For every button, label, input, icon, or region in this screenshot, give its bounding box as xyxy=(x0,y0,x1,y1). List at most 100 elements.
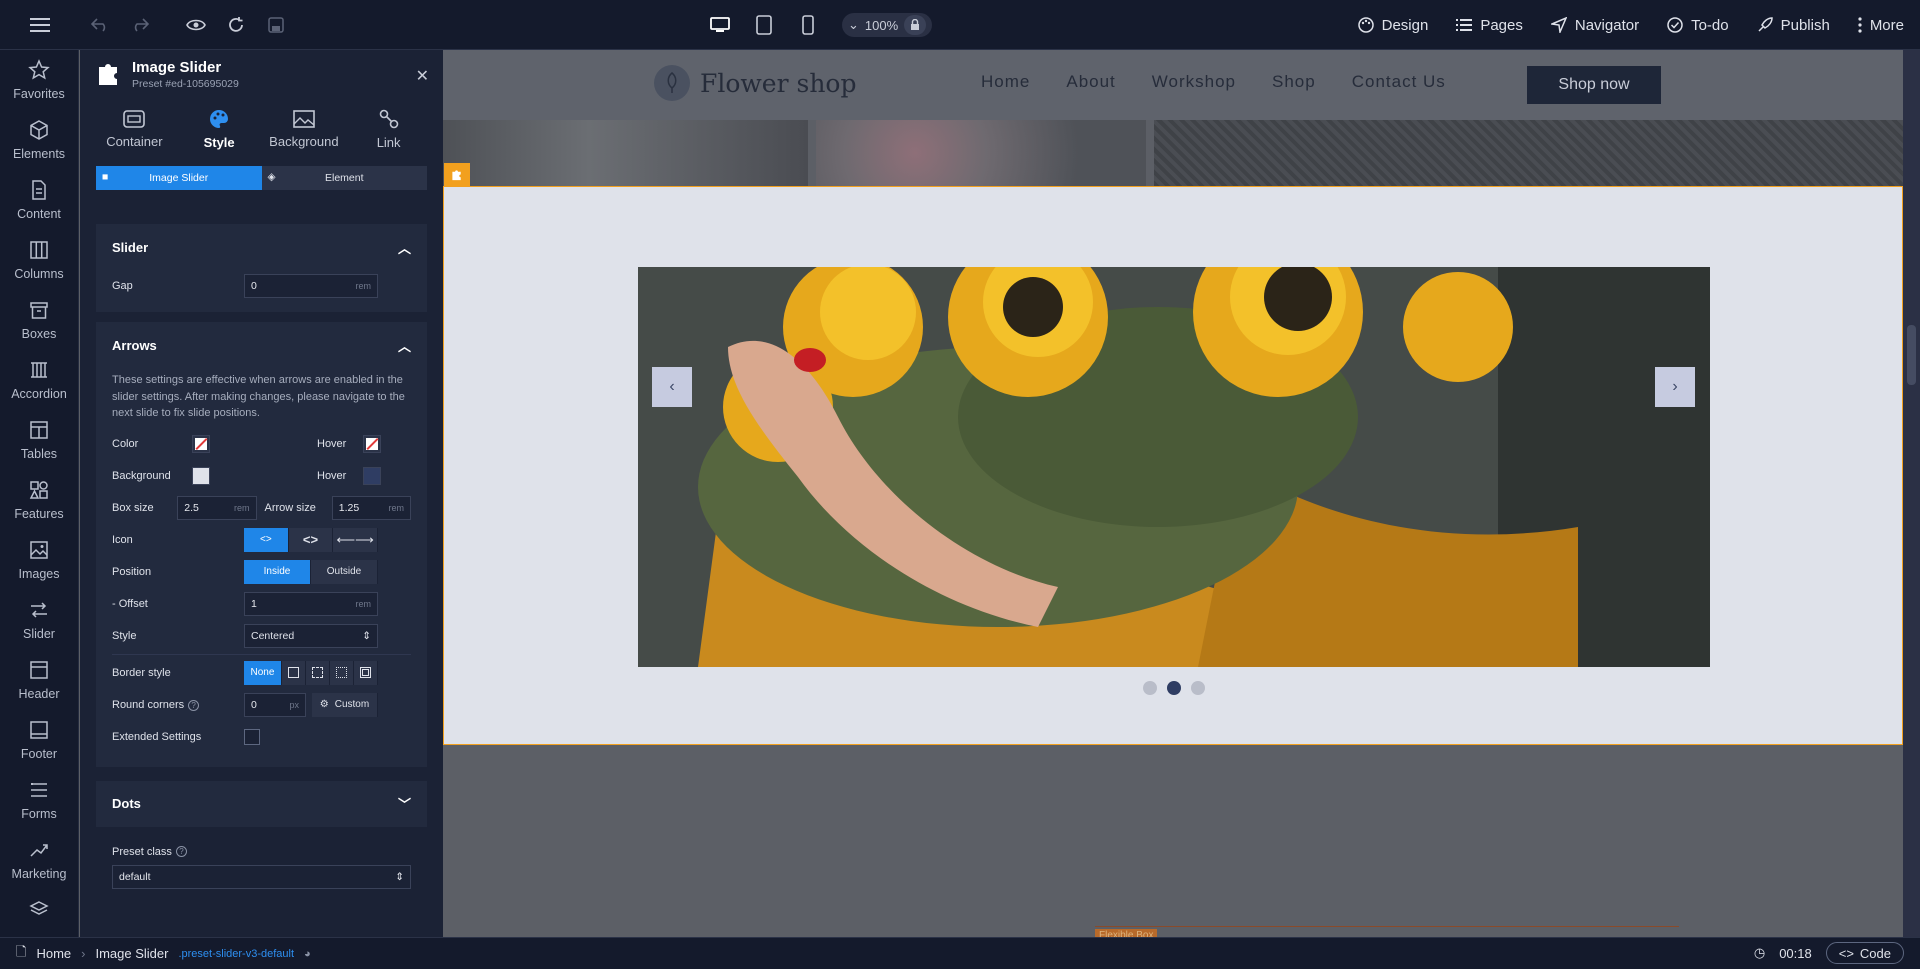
scope-image-slider[interactable]: ■ Image Slider xyxy=(96,166,262,190)
pages-button[interactable]: Pages xyxy=(1456,17,1523,34)
zoom-control[interactable]: ⌄ 100% xyxy=(842,13,933,37)
chevron-small-icon[interactable]: <> xyxy=(244,527,289,552)
header-layout-icon xyxy=(30,661,48,679)
palette-icon[interactable]: ◕ xyxy=(304,948,311,960)
flexible-box-label[interactable]: Flexible Box xyxy=(1095,926,1679,937)
rail-item-favorites[interactable]: Favorites xyxy=(0,50,78,110)
list-icon xyxy=(1456,19,1473,31)
breadcrumb-home[interactable]: Home xyxy=(36,946,71,961)
menu-item-about[interactable]: About xyxy=(1066,72,1115,92)
slider-dot[interactable] xyxy=(1143,681,1157,695)
preview-eye-icon[interactable] xyxy=(176,5,216,45)
mobile-view-icon[interactable] xyxy=(788,5,828,45)
rail-item-slider[interactable]: Slider xyxy=(0,590,78,650)
save-icon[interactable] xyxy=(256,5,296,45)
arrow-color-swatch[interactable] xyxy=(192,434,210,453)
box-size-input[interactable]: 2.5 rem xyxy=(177,495,257,520)
tab-container[interactable]: Container xyxy=(92,98,177,160)
puzzle-icon[interactable] xyxy=(444,163,470,187)
rail-item-features[interactable]: Features xyxy=(0,470,78,530)
tablet-view-icon[interactable] xyxy=(744,5,784,45)
arrow-hover-background-swatch[interactable] xyxy=(363,466,381,485)
position-inside-button[interactable]: Inside xyxy=(244,559,311,584)
scrollbar-thumb[interactable] xyxy=(1907,325,1916,385)
rail-item-header[interactable]: Header xyxy=(0,650,78,710)
rail-item-tables[interactable]: Tables xyxy=(0,410,78,470)
arrow-style-select[interactable]: Centered ⇕ xyxy=(244,623,378,648)
more-button[interactable]: More xyxy=(1858,17,1904,34)
round-corners-input[interactable]: 0 px xyxy=(244,692,306,717)
file-icon: 🗋 xyxy=(16,943,27,959)
border-style-label: Border style xyxy=(112,666,171,679)
rail-item-boxes[interactable]: Boxes xyxy=(0,290,78,350)
palette-icon xyxy=(210,109,229,128)
site-logo[interactable]: Flower shop xyxy=(654,65,856,101)
arrow-hover-color-swatch[interactable] xyxy=(363,434,381,453)
menu-item-shop[interactable]: Shop xyxy=(1272,72,1316,92)
border-double-icon[interactable] xyxy=(353,660,378,685)
border-dotted-icon[interactable] xyxy=(329,660,354,685)
border-none-button[interactable]: None xyxy=(244,660,282,685)
hamburger-menu-icon[interactable] xyxy=(0,5,80,45)
dots-section-header[interactable]: Dots ﹀ xyxy=(96,781,427,827)
slider-prev-arrow[interactable]: ‹ xyxy=(652,367,692,407)
arrows-section-header[interactable]: Arrows ︿ xyxy=(96,322,427,368)
slider-dot-active[interactable] xyxy=(1167,681,1181,695)
rail-item-columns[interactable]: Columns xyxy=(0,230,78,290)
canvas-scrollbar[interactable] xyxy=(1903,50,1920,937)
rail-item-forms[interactable]: Forms xyxy=(0,770,78,830)
gap-input[interactable]: 0 rem xyxy=(244,274,378,298)
code-button[interactable]: <> Code xyxy=(1825,942,1904,964)
status-bar: 🗋 Home › Image Slider .preset-slider-v3-… xyxy=(0,937,1920,969)
slider-next-arrow[interactable]: › xyxy=(1655,367,1695,407)
position-outside-button[interactable]: Outside xyxy=(311,559,378,584)
preset-class-select[interactable]: default ⇕ xyxy=(112,864,411,889)
rail-item-footer[interactable]: Footer xyxy=(0,710,78,770)
arrow-size-input[interactable]: 1.25 rem xyxy=(331,495,411,520)
tab-background[interactable]: Background xyxy=(262,98,347,160)
panel-tabs: Container Style Background Link xyxy=(80,98,443,160)
offset-input[interactable]: 1 rem xyxy=(244,591,378,616)
help-icon[interactable]: ? xyxy=(188,699,200,711)
image-slider-element[interactable]: ‹ › xyxy=(443,163,1903,745)
border-dashed-icon[interactable] xyxy=(305,660,330,685)
arrow-background-swatch[interactable] xyxy=(192,466,210,485)
navigator-button[interactable]: Navigator xyxy=(1550,17,1639,34)
slider-dot[interactable] xyxy=(1191,681,1205,695)
todo-button[interactable]: To-do xyxy=(1667,17,1729,34)
desktop-view-icon[interactable] xyxy=(700,5,740,45)
lock-icon[interactable] xyxy=(904,15,927,35)
undo-icon[interactable] xyxy=(80,5,120,45)
slider-section-header[interactable]: Slider ︿ xyxy=(96,224,427,270)
border-solid-icon[interactable] xyxy=(281,660,306,685)
accordion-icon xyxy=(31,362,47,378)
rail-item-accordion[interactable]: Accordion xyxy=(0,350,78,410)
preset-class-name[interactable]: .preset-slider-v3-default xyxy=(178,948,294,960)
arrow-icon-picker: <> <> ⟵⟶ xyxy=(244,527,379,552)
rail-item-marketing[interactable]: Marketing xyxy=(0,830,78,890)
rail-item-elements[interactable]: Elements xyxy=(0,110,78,170)
scope-element[interactable]: ◈ Element xyxy=(261,166,427,190)
design-button[interactable]: Design xyxy=(1357,17,1428,34)
page-canvas: Flower shop Home About Workshop Shop Con… xyxy=(443,50,1920,937)
redo-icon[interactable] xyxy=(120,5,160,45)
tab-style[interactable]: Style xyxy=(177,98,262,160)
extended-settings-checkbox[interactable] xyxy=(244,728,260,745)
menu-item-workshop[interactable]: Workshop xyxy=(1152,72,1236,92)
close-icon[interactable]: ✕ xyxy=(416,66,429,86)
refresh-icon[interactable] xyxy=(216,5,256,45)
help-icon[interactable]: ? xyxy=(175,846,187,857)
rail-more[interactable] xyxy=(0,890,78,930)
custom-corners-button[interactable]: ⚙ Custom xyxy=(312,692,378,717)
chevron-bold-icon[interactable]: <> xyxy=(288,527,334,552)
breadcrumb-current[interactable]: Image Slider xyxy=(95,946,168,961)
rail-item-images[interactable]: Images xyxy=(0,530,78,590)
shop-now-button[interactable]: Shop now xyxy=(1527,66,1661,104)
rail-item-content[interactable]: Content xyxy=(0,170,78,230)
menu-item-contact[interactable]: Contact Us xyxy=(1352,72,1446,92)
publish-button[interactable]: Publish xyxy=(1757,17,1830,34)
box-icon xyxy=(30,302,48,319)
long-arrows-icon[interactable]: ⟵⟶ xyxy=(333,527,379,552)
tab-link[interactable]: Link xyxy=(346,98,431,160)
menu-item-home[interactable]: Home xyxy=(981,72,1030,92)
